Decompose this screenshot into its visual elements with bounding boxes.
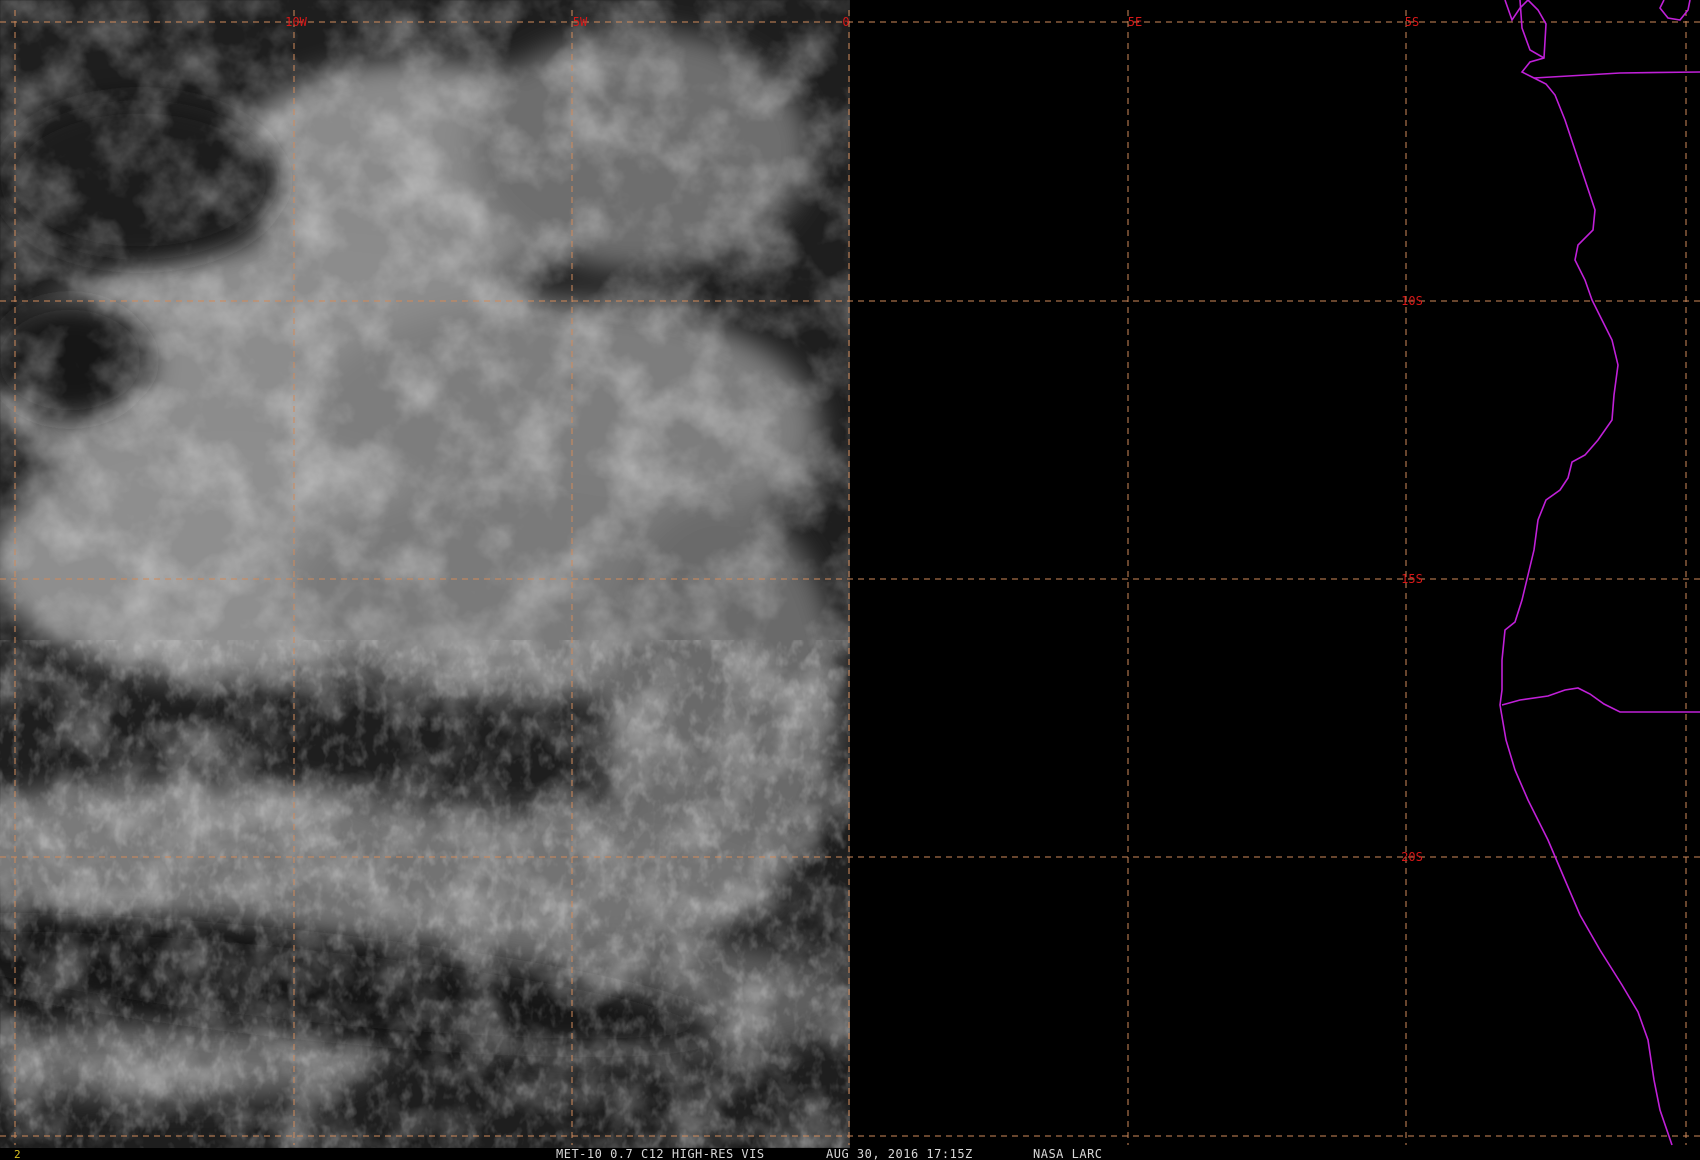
status-bar: 2 MET-10 0.7 C12 HIGH-RES VIS AUG 30, 20… bbox=[0, 1147, 1700, 1160]
source-label: NASA LARC bbox=[1033, 1147, 1103, 1160]
country-border bbox=[1519, 0, 1545, 59]
datetime-label: AUG 30, 2016 17:15Z bbox=[826, 1147, 973, 1160]
satellite-imagery-region bbox=[0, 0, 850, 1148]
satellite-image-viewer: 10W 5W 0 5E 5S 10S 15S 20S 2 MET-10 0.7 C12 HIG… bbox=[0, 0, 1700, 1160]
latitude-label: 15S bbox=[1401, 572, 1423, 586]
stratocumulus-texture bbox=[0, 640, 850, 1148]
longitude-label: 5E bbox=[1128, 15, 1142, 29]
satellite-map: 10W 5W 0 5E 5S 10S 15S 20S 2 MET-10 0.7 C12 HIG… bbox=[0, 0, 1700, 1160]
latitude-label: 20S bbox=[1401, 850, 1423, 864]
longitude-label: 10W bbox=[285, 15, 307, 29]
latitude-label: 10S bbox=[1401, 294, 1423, 308]
longitude-label: 5W bbox=[573, 15, 588, 29]
longitude-label: 0 bbox=[842, 15, 849, 29]
country-border bbox=[1501, 687, 1700, 713]
frame-number: 2 bbox=[14, 1148, 21, 1160]
latitude-label: 5S bbox=[1405, 15, 1419, 29]
coastline-overlay bbox=[1499, 0, 1700, 1146]
african-coastline bbox=[1499, 0, 1673, 1146]
country-border bbox=[1533, 71, 1700, 79]
product-label: MET-10 0.7 C12 HIGH-RES VIS bbox=[556, 1147, 765, 1160]
